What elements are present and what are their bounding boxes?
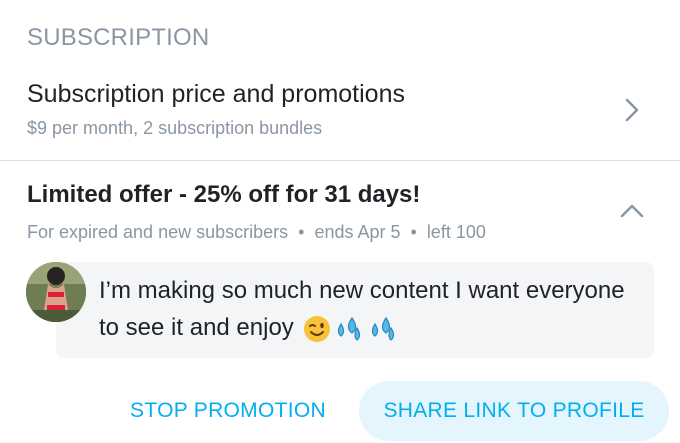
avatar xyxy=(26,262,86,322)
promotion-message: I’m making so much new content I want ev… xyxy=(99,272,639,346)
offer-meta: For expired and new subscribers • ends Apr… xyxy=(27,222,486,243)
stop-promotion-button[interactable]: STOP PROMOTION xyxy=(110,381,346,441)
sweat-droplets-icon xyxy=(338,316,361,341)
offer-audience: For expired and new subscribers xyxy=(27,222,289,242)
sweat-droplets-icon xyxy=(372,316,395,341)
share-link-button[interactable]: SHARE LINK TO PROFILE xyxy=(359,381,669,441)
offer-title: Limited offer - 25% off for 31 days! xyxy=(27,181,421,208)
winking-face-icon xyxy=(304,315,331,342)
chevron-right-icon xyxy=(625,98,639,122)
meta-separator: • xyxy=(410,222,417,242)
price-subtitle: $9 per month, 2 subscription bundles xyxy=(27,118,323,138)
price-title: Subscription price and promotions xyxy=(27,80,405,108)
meta-separator: • xyxy=(298,222,305,242)
section-header: SUBSCRIPTION xyxy=(27,24,210,51)
chevron-up-icon[interactable] xyxy=(618,197,646,225)
subscription-price-row[interactable]: Subscription price and promotions $9 per… xyxy=(0,70,680,160)
divider xyxy=(0,160,680,161)
offer-remaining: left 100 xyxy=(426,222,486,242)
offer-end-date: ends Apr 5 xyxy=(314,222,401,242)
